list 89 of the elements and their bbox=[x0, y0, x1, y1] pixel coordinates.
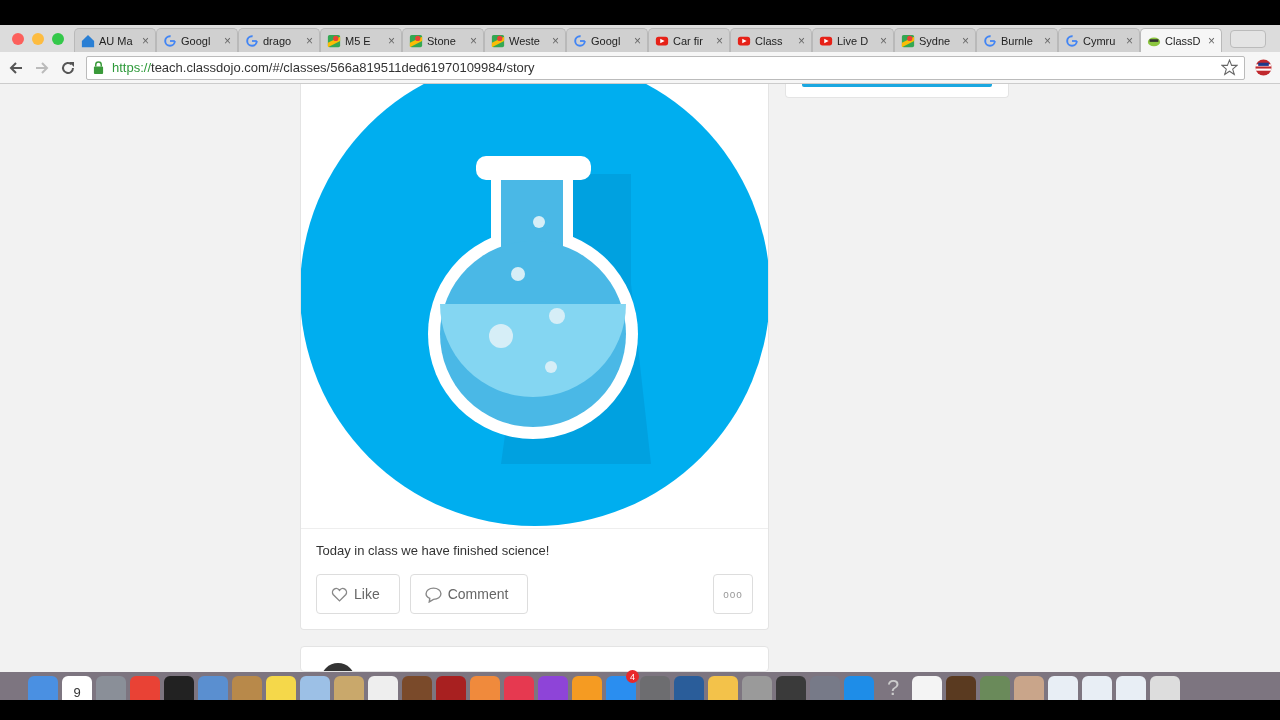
close-tab-icon[interactable]: × bbox=[306, 33, 313, 48]
close-tab-icon[interactable]: × bbox=[224, 33, 231, 48]
browser-tab[interactable]: Live D × bbox=[812, 28, 894, 52]
speech-bubble-icon bbox=[424, 585, 442, 603]
app-icon[interactable] bbox=[674, 676, 704, 700]
app-icon[interactable] bbox=[1048, 676, 1078, 700]
google-g-icon bbox=[983, 33, 997, 48]
google-g-icon bbox=[1065, 33, 1079, 48]
browser-tab[interactable]: Car fir × bbox=[648, 28, 730, 52]
panel-button[interactable] bbox=[802, 84, 992, 87]
browser-tab[interactable]: ClassD × bbox=[1140, 28, 1222, 52]
close-tab-icon[interactable]: × bbox=[142, 33, 149, 48]
browser-tab[interactable]: Sydne × bbox=[894, 28, 976, 52]
close-tab-icon[interactable]: × bbox=[1208, 33, 1215, 48]
app-icon[interactable] bbox=[538, 676, 568, 700]
map-pin-icon bbox=[409, 33, 423, 48]
close-tab-icon[interactable]: × bbox=[880, 33, 887, 48]
browser-tab[interactable]: Class × bbox=[730, 28, 812, 52]
house-icon bbox=[81, 33, 95, 48]
browser-tab[interactable]: AU Ma × bbox=[74, 28, 156, 52]
app-icon[interactable] bbox=[164, 676, 194, 700]
google-g-icon bbox=[573, 33, 587, 48]
app-icon[interactable] bbox=[1150, 676, 1180, 700]
browser-tab[interactable]: Weste × bbox=[484, 28, 566, 52]
app-icon[interactable] bbox=[402, 676, 432, 700]
app-icon[interactable] bbox=[300, 676, 330, 700]
lock-icon bbox=[93, 61, 104, 74]
minimize-window-button[interactable] bbox=[32, 32, 44, 45]
app-icon[interactable] bbox=[436, 676, 466, 700]
app-icon[interactable] bbox=[1014, 676, 1044, 700]
forward-icon[interactable] bbox=[34, 59, 50, 76]
close-tab-icon[interactable]: × bbox=[962, 33, 969, 48]
app-icon[interactable] bbox=[232, 676, 262, 700]
google-g-icon bbox=[163, 33, 177, 48]
browser-tab[interactable]: drago × bbox=[238, 28, 320, 52]
app-icon[interactable] bbox=[640, 676, 670, 700]
app-icon[interactable] bbox=[504, 676, 534, 700]
map-pin-icon bbox=[327, 33, 341, 48]
app-icon[interactable] bbox=[130, 676, 160, 700]
close-tab-icon[interactable]: × bbox=[798, 33, 805, 48]
app-icon[interactable] bbox=[1116, 676, 1146, 700]
comment-button[interactable]: Comment bbox=[409, 574, 529, 614]
app-icon[interactable] bbox=[96, 676, 126, 700]
close-tab-icon[interactable]: × bbox=[634, 33, 641, 48]
app-icon[interactable] bbox=[1082, 676, 1112, 700]
more-options-button[interactable]: ooo bbox=[713, 574, 753, 614]
app-icon[interactable] bbox=[844, 676, 874, 700]
close-tab-icon[interactable]: × bbox=[470, 33, 477, 48]
google-g-icon bbox=[245, 33, 259, 48]
new-tab-button[interactable] bbox=[1230, 30, 1266, 48]
close-tab-icon[interactable]: × bbox=[1126, 33, 1133, 48]
app-icon[interactable] bbox=[912, 676, 942, 700]
post-caption: Today in class we have finished science! bbox=[315, 542, 551, 558]
app-store-icon[interactable] bbox=[606, 676, 636, 700]
close-tab-icon[interactable]: × bbox=[1044, 33, 1051, 48]
flag-circle-icon[interactable] bbox=[1255, 59, 1272, 76]
close-tab-icon[interactable]: × bbox=[552, 33, 559, 48]
app-icon[interactable] bbox=[742, 676, 772, 700]
close-tab-icon[interactable]: × bbox=[388, 33, 395, 48]
map-pin-icon bbox=[491, 33, 505, 48]
like-button[interactable]: Like bbox=[316, 574, 400, 614]
browser-tab[interactable]: Stone × bbox=[402, 28, 484, 52]
app-icon[interactable] bbox=[810, 676, 840, 700]
map-pin-icon bbox=[901, 33, 915, 48]
app-icon[interactable] bbox=[776, 676, 806, 700]
app-icon[interactable] bbox=[368, 676, 398, 700]
app-icon[interactable] bbox=[470, 676, 500, 700]
browser-tab[interactable]: M5 E × bbox=[320, 28, 402, 52]
address-bar[interactable]: https://teach.classdojo.com/#/classes/566a819511ded61970109984/story bbox=[86, 55, 1245, 80]
app-icon[interactable] bbox=[198, 676, 228, 700]
zoom-window-button[interactable] bbox=[52, 32, 64, 45]
app-icon[interactable] bbox=[28, 676, 58, 700]
app-icon[interactable] bbox=[980, 676, 1010, 700]
browser-tab[interactable]: Burnle × bbox=[976, 28, 1058, 52]
browser-tab[interactable]: Cymru × bbox=[1058, 28, 1140, 52]
browser-tab[interactable]: Googl × bbox=[566, 28, 648, 52]
back-icon[interactable] bbox=[8, 59, 24, 76]
close-tab-icon[interactable]: × bbox=[716, 33, 723, 48]
close-window-button[interactable] bbox=[12, 32, 24, 45]
app-icon[interactable] bbox=[334, 676, 364, 700]
browser-tab[interactable]: Googl × bbox=[156, 28, 238, 52]
bookmark-star-icon[interactable] bbox=[1221, 59, 1238, 76]
reload-icon[interactable] bbox=[60, 59, 76, 76]
app-icon[interactable] bbox=[266, 676, 296, 700]
app-icon[interactable] bbox=[946, 676, 976, 700]
heart-icon bbox=[331, 585, 348, 603]
app-icon[interactable] bbox=[572, 676, 602, 700]
app-icon[interactable] bbox=[708, 676, 738, 700]
calendar-icon[interactable]: 9 bbox=[62, 676, 92, 700]
